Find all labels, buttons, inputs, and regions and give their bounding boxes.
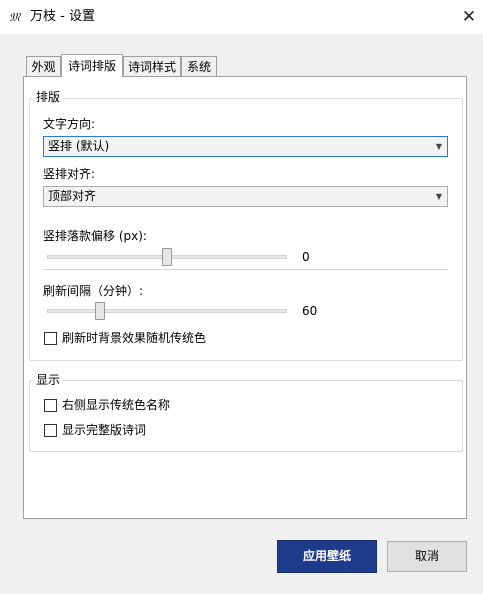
offset-slider-thumb[interactable] [162,248,172,266]
tab-appearance[interactable]: 外观 [26,56,61,76]
random-color-checkbox[interactable] [44,332,57,345]
app-logo-icon: 𝔐 [9,10,21,24]
show-color-name-checkbox[interactable] [44,399,57,412]
text-direction-label: 文字方向: [43,117,96,131]
refresh-interval-label: 刷新间隔（分钟）: [43,284,144,298]
divider [43,269,448,270]
window-title: 万枝 - 设置 [30,9,95,24]
layout-group-title: 排版 [33,90,64,104]
cancel-button[interactable]: 取消 [387,541,467,572]
tab-panel: 排版 文字方向: 竖排 (默认) ▼ 竖排对齐: 顶部对齐 ▼ 竖排落款偏移 (… [23,76,467,519]
show-full-poem-checkbox[interactable] [44,424,57,437]
title-bar: 𝔐 万枝 - 设置 ✕ [0,0,483,34]
tab-system[interactable]: 系统 [181,56,217,76]
show-full-poem-label: 显示完整版诗词 [62,423,147,437]
show-color-name-label: 右侧显示传统色名称 [62,398,171,412]
vertical-align-value: 顶部对齐 [48,189,97,203]
display-group [29,380,463,452]
text-direction-select[interactable]: 竖排 (默认) ▼ [43,136,448,157]
refresh-slider-thumb[interactable] [94,302,105,320]
offset-value: 0 [302,250,310,264]
offset-label: 竖排落款偏移 (px): [43,229,147,243]
close-icon[interactable]: ✕ [458,6,480,28]
tab-poem-layout[interactable]: 诗词排版 [61,54,123,77]
vertical-align-select[interactable]: 顶部对齐 ▼ [43,186,448,207]
refresh-value: 60 [302,304,318,318]
random-color-label: 刷新时背景效果随机传统色 [62,331,207,345]
apply-wallpaper-button[interactable]: 应用壁纸 [277,540,377,573]
refresh-slider-track[interactable] [47,309,287,313]
display-group-title: 显示 [33,373,64,387]
tab-poem-style[interactable]: 诗词样式 [123,56,181,76]
text-direction-value: 竖排 (默认) [48,139,110,153]
chevron-down-icon: ▼ [435,192,442,201]
vertical-align-label: 竖排对齐: [43,167,96,181]
chevron-down-icon: ▼ [435,142,442,151]
